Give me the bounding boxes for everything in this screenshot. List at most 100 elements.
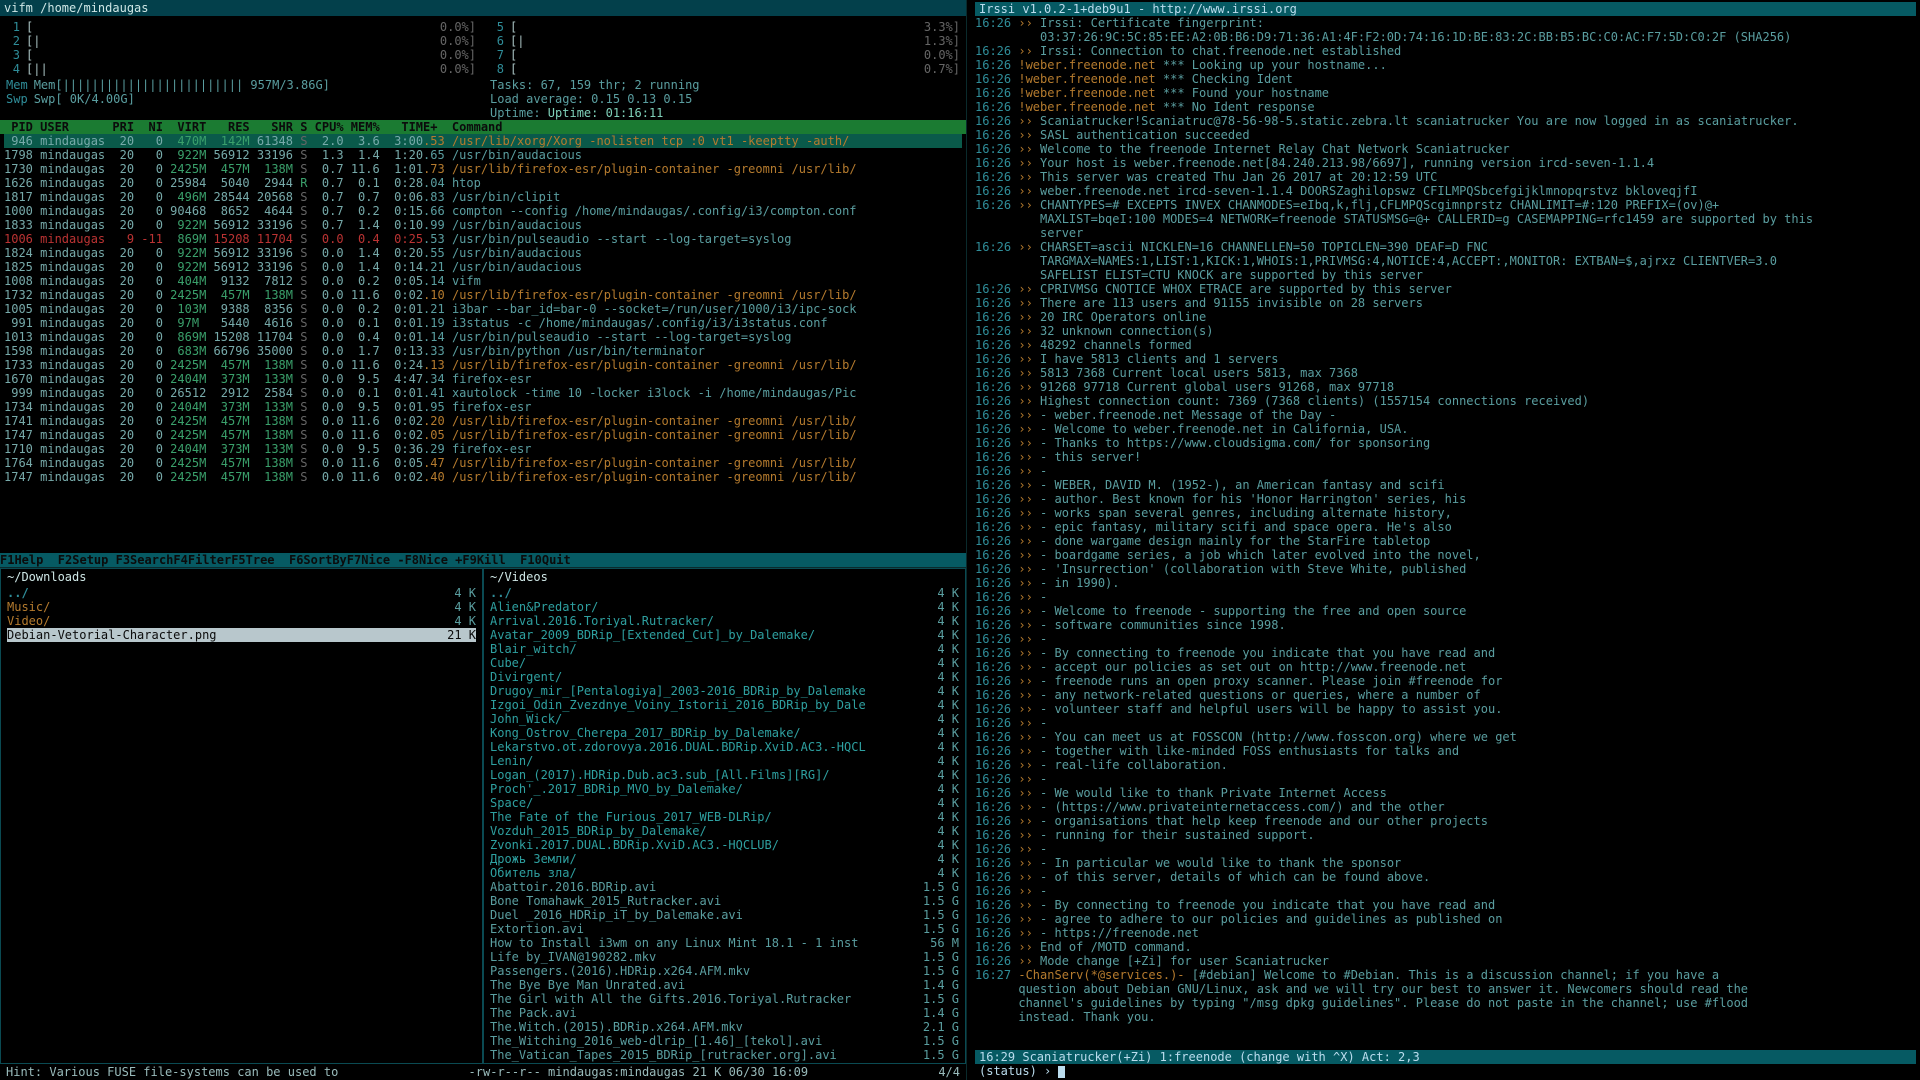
irc-line: 16:26 ›› CHARSET=ascii NICKLEN=16 CHANNE…: [975, 240, 1916, 254]
file-row[interactable]: Life by_IVAN@190282.mkv1.5 G: [490, 950, 959, 964]
process-row[interactable]: 1798 mindaugas 20 0 922M 56912 33196 S 1…: [4, 148, 962, 162]
file-row[interactable]: The Pack.avi1.4 G: [490, 1006, 959, 1020]
file-row[interactable]: John_Wick/4 K: [490, 712, 959, 726]
process-row[interactable]: 1710 mindaugas 20 0 2404M 373M 133M S 0.…: [4, 442, 962, 456]
process-row[interactable]: 1747 mindaugas 20 0 2425M 457M 138M S 0.…: [4, 470, 962, 484]
process-row[interactable]: 1824 mindaugas 20 0 922M 56912 33196 S 0…: [4, 246, 962, 260]
process-header[interactable]: PID USER PRI NI VIRT RES SHR S CPU% MEM%…: [0, 120, 966, 134]
process-row[interactable]: 1741 mindaugas 20 0 2425M 457M 138M S 0.…: [4, 414, 962, 428]
irc-line: 16:26 ›› - real-life collaboration.: [975, 758, 1916, 772]
irc-line: 16:26 ›› 48292 channels formed: [975, 338, 1916, 352]
file-row[interactable]: Video/4 K: [7, 614, 476, 628]
file-row[interactable]: Proch'_.2017_BDRip_MVO_by_Dalemake/4 K: [490, 782, 959, 796]
irc-line: 16:26 ›› There are 113 users and 91155 i…: [975, 296, 1916, 310]
irc-line: 16:26 ›› - 'Insurrection' (collaboration…: [975, 562, 1916, 576]
file-row[interactable]: The_Witching_2016_web-dlrip_[1.46]_[teko…: [490, 1034, 959, 1048]
vifm-left-pane[interactable]: ~/Downloads ../4 KMusic/4 KVideo/4 KDebi…: [0, 568, 483, 1064]
file-row[interactable]: The Girl with All the Gifts.2016.Toriyal…: [490, 992, 959, 1006]
irc-line: 16:26 ›› - By connecting to freenode you…: [975, 646, 1916, 660]
irc-line: 16:26 !weber.freenode.net *** Found your…: [975, 86, 1916, 100]
file-row[interactable]: Izgoi_Odin_Zvezdnye_Voiny_Istorii_2016_B…: [490, 698, 959, 712]
process-row[interactable]: 1626 mindaugas 20 0 25984 5040 2944 R 0.…: [4, 176, 962, 190]
process-row[interactable]: 946 mindaugas 20 0 470M 142M 61348 S 2.0…: [4, 134, 962, 148]
file-row[interactable]: The_Vatican_Tapes_2015_BDRip_[rutracker.…: [490, 1048, 959, 1062]
process-row[interactable]: 1732 mindaugas 20 0 2425M 457M 138M S 0.…: [4, 288, 962, 302]
vifm-right-pane[interactable]: ~/Videos ../4 KAlien&Predator/4 KArrival…: [483, 568, 966, 1064]
file-row[interactable]: Alien&Predator/4 K: [490, 600, 959, 614]
process-row[interactable]: 1825 mindaugas 20 0 922M 56912 33196 S 0…: [4, 260, 962, 274]
process-row[interactable]: 1734 mindaugas 20 0 2404M 373M 133M S 0.…: [4, 400, 962, 414]
irssi-input[interactable]: (status) ›: [975, 1064, 1916, 1078]
process-row[interactable]: 1598 mindaugas 20 0 683M 66796 35000 S 0…: [4, 344, 962, 358]
htop-fkeys[interactable]: F1Help F2Setup F3SearchF4FilterF5Tree F6…: [0, 553, 966, 567]
process-row[interactable]: 1764 mindaugas 20 0 2425M 457M 138M S 0.…: [4, 456, 962, 470]
process-row[interactable]: 1817 mindaugas 20 0 496M 28544 20568 S 0…: [4, 190, 962, 204]
process-row[interactable]: 991 mindaugas 20 0 97M 5440 4616 S 0.0 0…: [4, 316, 962, 330]
file-row[interactable]: Abattoir.2016.BDRip.avi1.5 G: [490, 880, 959, 894]
tasks: Tasks: 67, 159 thr; 2 running: [490, 78, 960, 92]
file-row[interactable]: The Bye Bye Man Unrated.avi1.4 G: [490, 978, 959, 992]
file-row[interactable]: Passengers.(2016).HDRip.x264.AFM.mkv1.5 …: [490, 964, 959, 978]
process-row[interactable]: 1013 mindaugas 20 0 869M 15208 11704 S 0…: [4, 330, 962, 344]
irc-line: 16:26 ›› - boardgame series, a job which…: [975, 548, 1916, 562]
file-row[interactable]: Дрожь Земли/4 K: [490, 852, 959, 866]
irc-line: 16:26 ›› Mode change [+Zi] for user Scan…: [975, 954, 1916, 968]
file-row[interactable]: Avatar_2009_BDRip_[Extended_Cut]_by_Dale…: [490, 628, 959, 642]
irc-line: 16:26 ›› weber.freenode.net ircd-seven-1…: [975, 184, 1916, 198]
irc-line: 16:26 ›› - (https://www.privateinterneta…: [975, 800, 1916, 814]
process-row[interactable]: 999 mindaugas 20 0 26512 2912 2584 S 0.0…: [4, 386, 962, 400]
file-row[interactable]: The.Witch.(2015).BDRip.x264.AFM.mkv2.1 G: [490, 1020, 959, 1034]
irc-line: server: [975, 226, 1916, 240]
irc-line: TARGMAX=NAMES:1,LIST:1,KICK:1,WHOIS:1,PR…: [975, 254, 1916, 268]
process-row[interactable]: 1730 mindaugas 20 0 2425M 457M 138M S 0.…: [4, 162, 962, 176]
vifm-right-list[interactable]: ../4 KAlien&Predator/4 KArrival.2016.Tor…: [484, 585, 965, 1063]
file-row[interactable]: The Fate of the Furious_2017_WEB-DLRip/4…: [490, 810, 959, 824]
htop-panel: 1[0.0%]2[|0.0%]3[0.0%]4[||0.0%] 5[3.3%]6…: [0, 16, 966, 120]
file-row[interactable]: Debian-Vetorial-Character.png21 K: [7, 628, 476, 642]
file-row[interactable]: Lenin/4 K: [490, 754, 959, 768]
file-row[interactable]: Vozduh_2015_BDRip_by_Dalemake/4 K: [490, 824, 959, 838]
irc-line: 03:37:26:9C:5C:85:EE:A2:0B:B6:D9:71:36:A…: [975, 30, 1916, 44]
process-row[interactable]: 1670 mindaugas 20 0 2404M 373M 133M S 0.…: [4, 372, 962, 386]
file-row[interactable]: Обитель зла/4 K: [490, 866, 959, 880]
file-row[interactable]: Drugoy_mir_[Pentalogiya]_2003-2016_BDRip…: [490, 684, 959, 698]
file-row[interactable]: Zvonki.2017.DUAL.BDRip.XviD.AC3.-HQCLUB/…: [490, 838, 959, 852]
cpu-bar-1: 1[0.0%]: [6, 20, 476, 34]
process-row[interactable]: 1747 mindaugas 20 0 2425M 457M 138M S 0.…: [4, 428, 962, 442]
file-row[interactable]: Extortion.avi1.5 G: [490, 922, 959, 936]
file-row[interactable]: Divirgent/4 K: [490, 670, 959, 684]
vifm-statusbar: Hint: Various FUSE file-systems can be u…: [0, 1064, 966, 1080]
file-row[interactable]: Lekarstvo.ot.zdorovya.2016.DUAL.BDRip.Xv…: [490, 740, 959, 754]
file-row[interactable]: Kong_Ostrov_Cherepa_2017_BDRip_by_Dalema…: [490, 726, 959, 740]
file-row[interactable]: Logan_(2017).HDRip.Dub.ac3.sub_[All.Film…: [490, 768, 959, 782]
irssi-log[interactable]: 16:26 ›› Irssi: Certificate fingerprint:…: [975, 16, 1916, 1050]
process-row[interactable]: 1733 mindaugas 20 0 2425M 457M 138M S 0.…: [4, 358, 962, 372]
vifm-left-list[interactable]: ../4 KMusic/4 KVideo/4 KDebian-Vetorial-…: [1, 585, 482, 1063]
irc-line: 16:26 ›› -: [975, 842, 1916, 856]
file-row[interactable]: Arrival.2016.Toriyal.Rutracker/4 K: [490, 614, 959, 628]
process-row[interactable]: 1000 mindaugas 20 0 90468 8652 4644 S 0.…: [4, 204, 962, 218]
file-row[interactable]: Music/4 K: [7, 600, 476, 614]
irc-line: 16:26 ›› -: [975, 590, 1916, 604]
irc-line: 16:26 ›› - WEBER, DAVID M. (1952-), an A…: [975, 478, 1916, 492]
process-list[interactable]: 946 mindaugas 20 0 470M 142M 61348 S 2.0…: [0, 134, 966, 553]
file-row[interactable]: ../4 K: [490, 586, 959, 600]
file-row[interactable]: Duel _2016_HDRip_iT_by_Dalemake.avi1.5 G: [490, 908, 959, 922]
file-row[interactable]: Space/4 K: [490, 796, 959, 810]
irc-line: 16:26 !weber.freenode.net *** Checking I…: [975, 72, 1916, 86]
file-row[interactable]: Bone Tomahawk_2015_Rutracker.avi1.5 G: [490, 894, 959, 908]
process-row[interactable]: 1008 mindaugas 20 0 404M 9132 7812 S 0.0…: [4, 274, 962, 288]
irc-line: 16:26 ›› Your host is weber.freenode.net…: [975, 156, 1916, 170]
file-row[interactable]: How to Install i3wm on any Linux Mint 18…: [490, 936, 959, 950]
file-row[interactable]: Cube/4 K: [490, 656, 959, 670]
file-row[interactable]: ../4 K: [7, 586, 476, 600]
irc-line: 16:26 ›› -: [975, 632, 1916, 646]
irc-line: 16:26 ›› 20 IRC Operators online: [975, 310, 1916, 324]
file-row[interactable]: Blair_witch/4 K: [490, 642, 959, 656]
vifm-panel: ~/Downloads ../4 KMusic/4 KVideo/4 KDebi…: [0, 567, 966, 1064]
process-row[interactable]: 1005 mindaugas 20 0 103M 9388 8356 S 0.0…: [4, 302, 962, 316]
irc-line: 16:26 ›› - agree to adhere to our polici…: [975, 912, 1916, 926]
process-row[interactable]: 1006 mindaugas 9 -11 869M 15208 11704 S …: [4, 232, 962, 246]
irc-line: 16:26 ›› SASL authentication succeeded: [975, 128, 1916, 142]
process-row[interactable]: 1833 mindaugas 20 0 922M 56912 33196 S 0…: [4, 218, 962, 232]
